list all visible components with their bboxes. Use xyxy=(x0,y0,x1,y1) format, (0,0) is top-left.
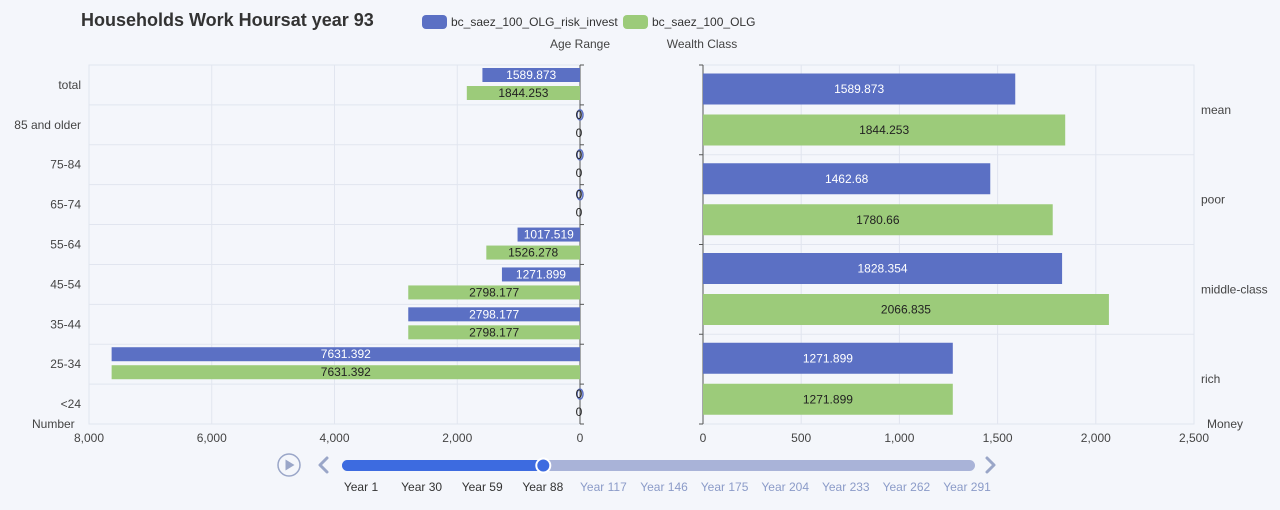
timeline-label[interactable]: Year 59 xyxy=(462,480,503,494)
wealth-category-label: middle-class xyxy=(1201,282,1268,296)
age-category-label: total xyxy=(58,78,81,92)
timeline-label[interactable]: Year 88 xyxy=(522,480,563,494)
legend-swatch-series-1 xyxy=(422,15,447,29)
age-x-tick-label: 4,000 xyxy=(319,431,349,445)
age-bar-label: 1526.278 xyxy=(508,246,558,260)
legend-item-series-1[interactable]: bc_saez_100_OLG_risk_invest xyxy=(422,15,618,29)
timeline-label[interactable]: Year 175 xyxy=(701,480,749,494)
age-bar-label: 1844.253 xyxy=(498,86,548,100)
wealth-bar-label: 1780.66 xyxy=(856,213,900,227)
age-bar-label: 7631.392 xyxy=(321,365,371,379)
legend-label-series-2: bc_saez_100_OLG xyxy=(652,15,755,29)
age-bar-label: 1017.519 xyxy=(524,228,574,242)
timeline-label[interactable]: Year 204 xyxy=(761,480,809,494)
legend-swatch-series-2 xyxy=(623,15,648,29)
age-range-chart: 8,000 6,000 4,000 2,000 0 total 85 and older 75… xyxy=(14,37,610,445)
age-category-label: 85 and older xyxy=(14,118,81,132)
legend-label-series-1: bc_saez_100_OLG_risk_invest xyxy=(451,15,618,29)
timeline-label[interactable]: Year 1 xyxy=(344,480,379,494)
timeline-label[interactable]: Year 262 xyxy=(883,480,931,494)
wealth-x-tick-label: 1,500 xyxy=(983,431,1013,445)
previous-year-button[interactable] xyxy=(318,456,329,474)
wealth-x-tick-label: 2,000 xyxy=(1081,431,1111,445)
wealth-x-tick-label: 2,500 xyxy=(1179,431,1209,445)
wealth-bar-label: 1589.873 xyxy=(834,82,884,96)
age-category-label: 75-84 xyxy=(50,158,81,172)
age-category-label: 45-54 xyxy=(50,277,81,291)
wealth-bar-label: 1271.899 xyxy=(803,351,853,365)
wealth-x-tick-label: 1,000 xyxy=(884,431,914,445)
timeline-label[interactable]: Year 146 xyxy=(640,480,688,494)
wealth-bar-label: 2066.835 xyxy=(881,303,931,317)
play-button[interactable] xyxy=(277,453,301,477)
wealth-bar-label: 1271.899 xyxy=(803,392,853,406)
wealth-category-label: mean xyxy=(1201,103,1231,117)
age-x-tick-label: 8,000 xyxy=(74,431,104,445)
legend-item-series-2[interactable]: bc_saez_100_OLG xyxy=(623,15,755,29)
age-bar-label: 0 xyxy=(576,188,583,202)
timeline-handle[interactable] xyxy=(535,457,552,474)
play-icon xyxy=(285,459,295,471)
age-category-label: 35-44 xyxy=(50,317,81,331)
wealth-axis-name: Wealth Class xyxy=(667,37,737,51)
age-x-tick-label: 2,000 xyxy=(442,431,472,445)
timeline-label[interactable]: Year 233 xyxy=(822,480,870,494)
wealth-x-tick-label: 500 xyxy=(791,431,811,445)
chart-title: Households Work Hoursat year 93 xyxy=(81,10,374,30)
timeline-progress xyxy=(342,460,544,471)
wealth-class-chart: 0 500 1,000 1,500 2,000 2,500 mean poor middle-c… xyxy=(667,37,1268,445)
age-category-label: 55-64 xyxy=(50,238,81,252)
age-category-label: <24 xyxy=(61,397,82,411)
timeline-label[interactable]: Year 117 xyxy=(580,480,627,494)
timeline[interactable]: Year 1 Year 30 Year 59 Year 88 Year 117 Year … xyxy=(277,453,996,494)
age-category-label: 65-74 xyxy=(50,198,81,212)
wealth-bar-label: 1844.253 xyxy=(859,123,909,137)
money-axis-name: Money xyxy=(1207,417,1243,431)
number-axis-name: Number xyxy=(32,417,75,431)
age-bar-label: 1271.899 xyxy=(516,267,566,281)
age-bar-label: 1589.873 xyxy=(506,68,556,82)
chart-canvas: Households Work Hoursat year 93 bc_saez_… xyxy=(14,10,1268,494)
timeline-label[interactable]: Year 30 xyxy=(401,480,442,494)
timeline-label[interactable]: Year 291 xyxy=(943,480,991,494)
age-x-tick-label: 0 xyxy=(577,431,584,445)
wealth-category-label: rich xyxy=(1201,372,1220,386)
age-bar-label: 0 xyxy=(576,206,583,220)
age-axis-name: Age Range xyxy=(550,37,610,51)
age-bar-label: 0 xyxy=(576,387,583,401)
age-bar-label: 0 xyxy=(576,126,583,140)
age-x-tick-label: 6,000 xyxy=(197,431,227,445)
wealth-bar-label: 1462.68 xyxy=(825,172,869,186)
wealth-bar-label: 1828.354 xyxy=(858,262,908,276)
wealth-category-label: poor xyxy=(1201,193,1225,207)
age-bar-label: 7631.392 xyxy=(321,347,371,361)
timeline-labels: Year 1 Year 30 Year 59 Year 88 Year 117 Year … xyxy=(344,480,991,494)
age-category-label: 25-34 xyxy=(50,357,81,371)
wealth-x-tick-label: 0 xyxy=(700,431,707,445)
legend[interactable]: bc_saez_100_OLG_risk_invest bc_saez_100_… xyxy=(422,15,755,29)
age-bar-label: 0 xyxy=(576,108,583,122)
next-year-button[interactable] xyxy=(985,456,996,474)
age-bar-label: 0 xyxy=(576,166,583,180)
age-bar-label: 2798.177 xyxy=(469,307,519,321)
age-bar-label: 0 xyxy=(576,405,583,419)
age-bar-label: 0 xyxy=(576,148,583,162)
age-bar-label: 2798.177 xyxy=(469,285,519,299)
age-bar-label: 2798.177 xyxy=(469,325,519,339)
